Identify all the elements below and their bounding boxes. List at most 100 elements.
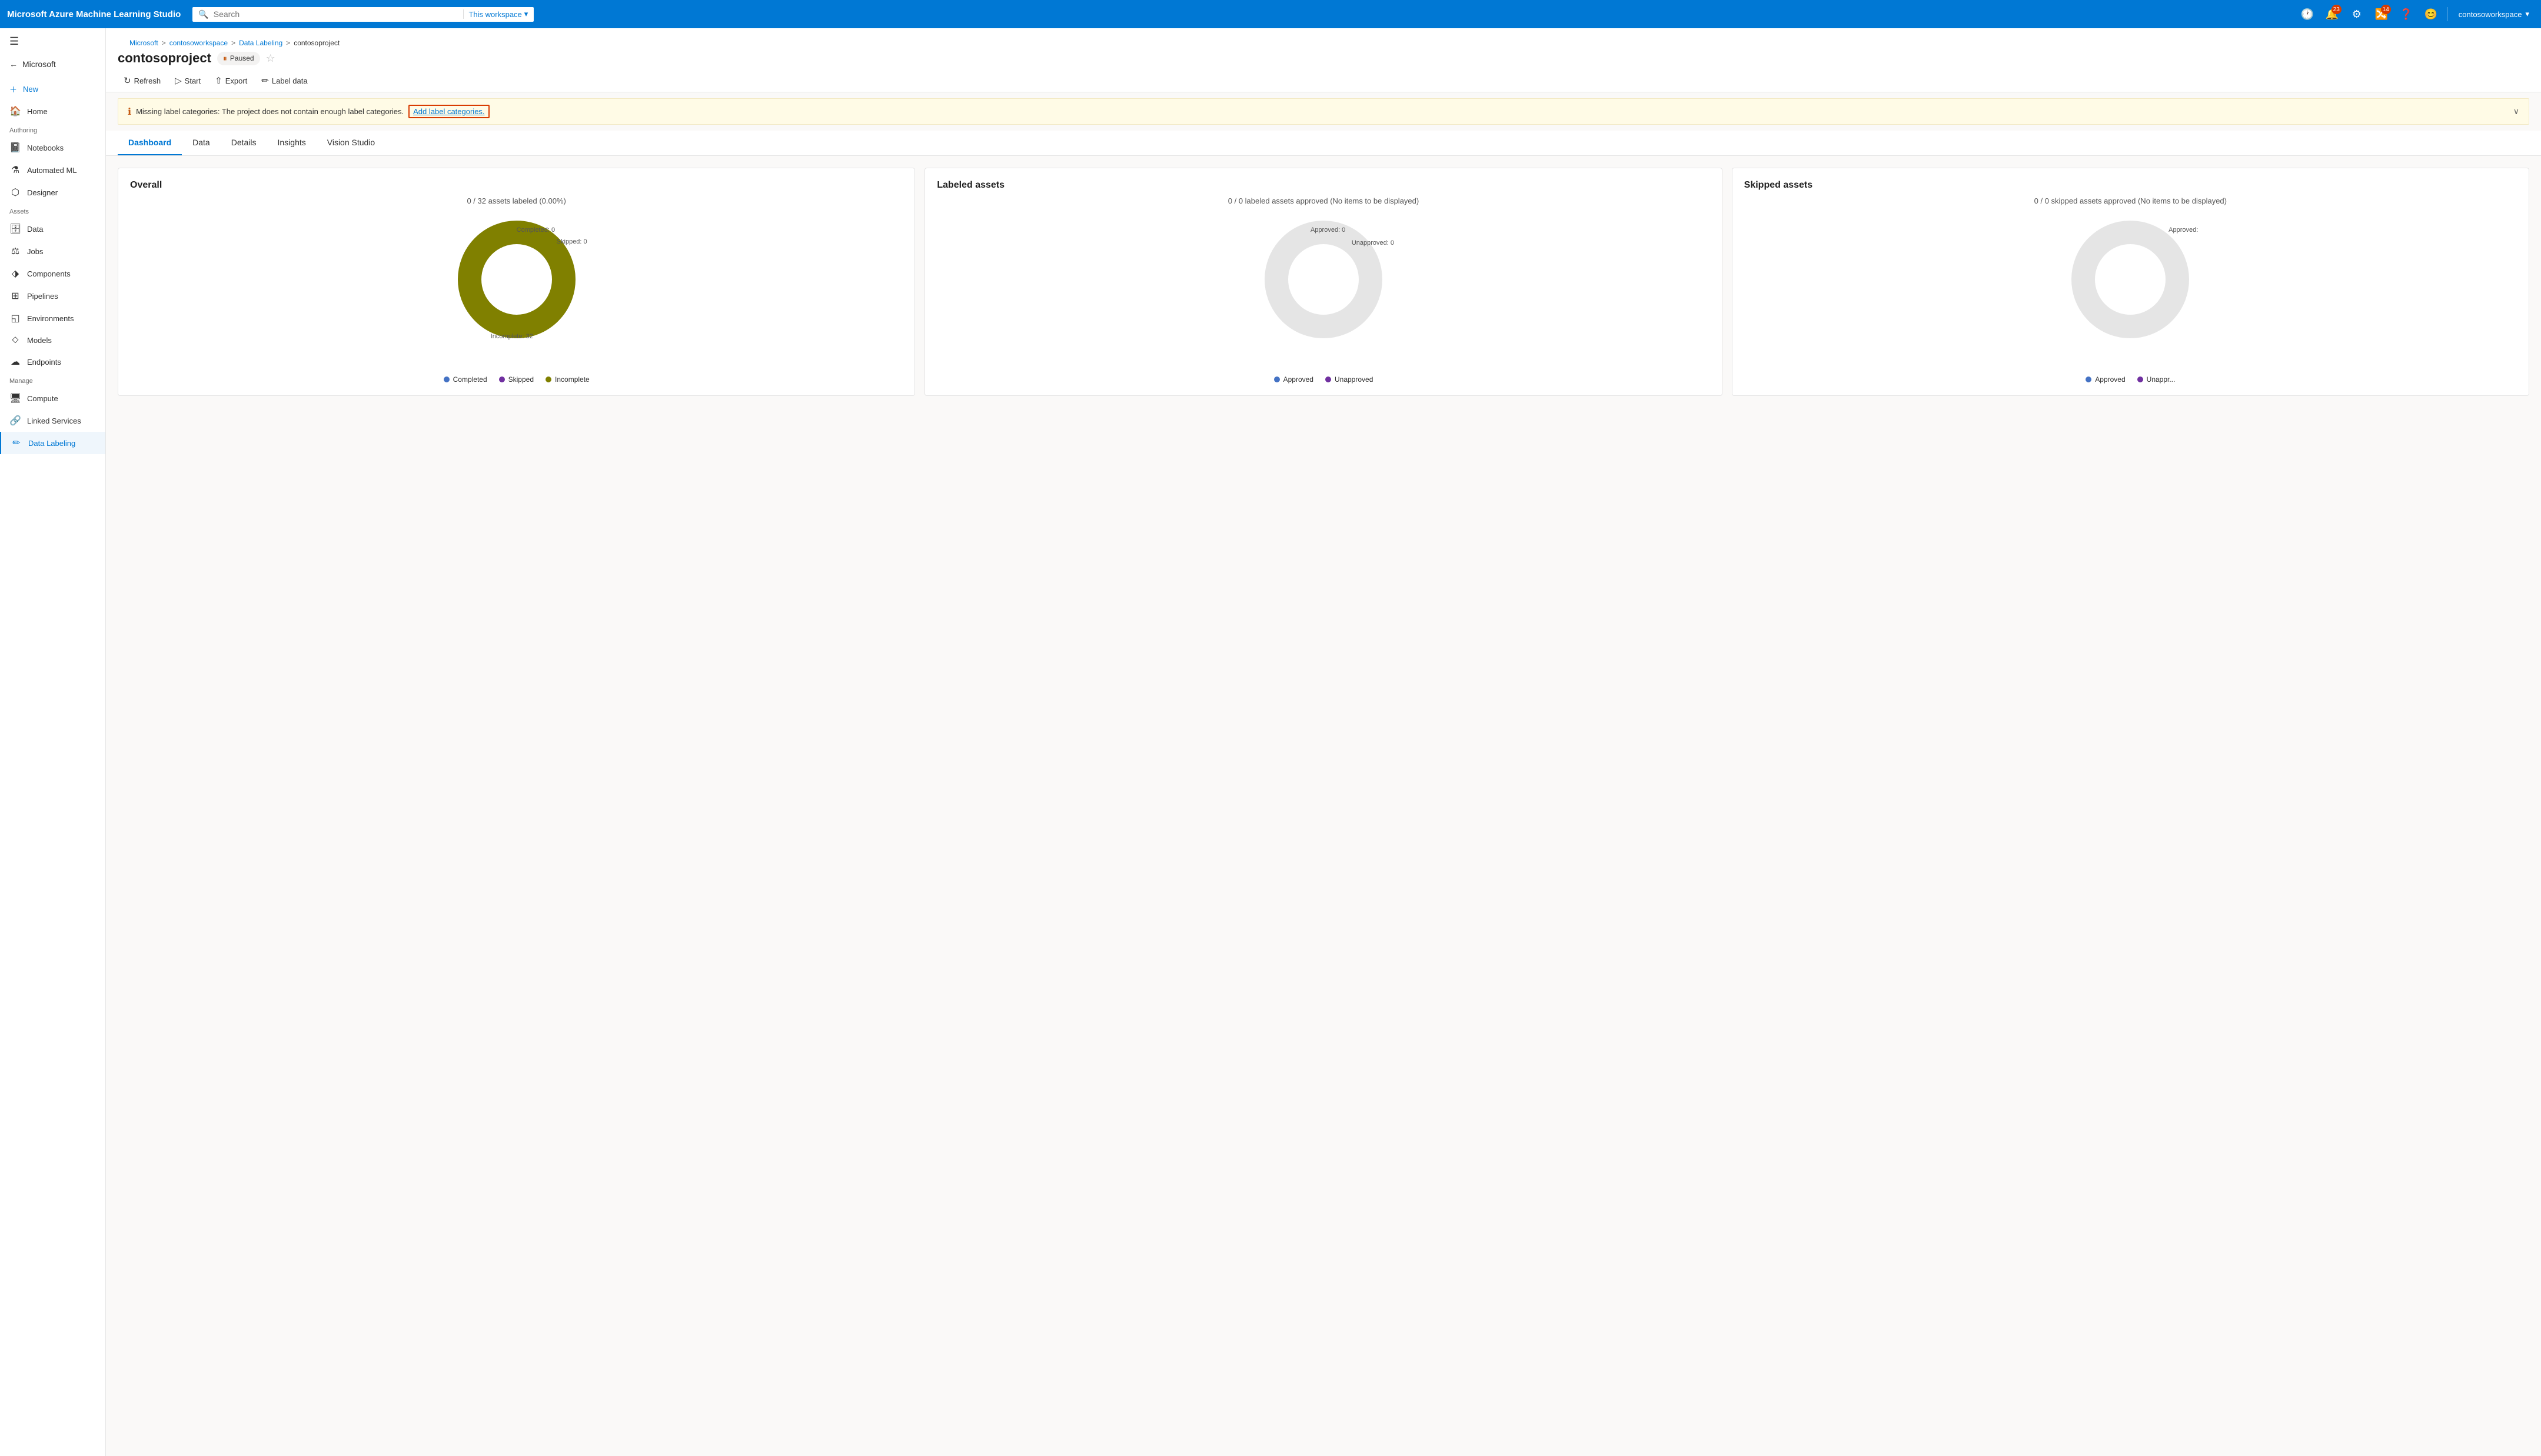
export-btn[interactable]: ⇧ Export <box>209 72 253 89</box>
toolbar: ↻ Refresh ▷ Start ⇧ Export ✏ Label data <box>118 72 2529 89</box>
sidebar-environments-label: Environments <box>27 314 74 323</box>
skipped-card: Skipped assets 0 / 0 skipped assets appr… <box>1732 168 2529 396</box>
sidebar-compute-label: Compute <box>27 394 58 403</box>
jobs-icon: ⚖ <box>9 245 21 257</box>
labeled-approved-dot <box>1274 377 1280 382</box>
notebooks-icon: 📓 <box>9 142 21 154</box>
start-icon: ▷ <box>175 75 182 86</box>
tab-insights[interactable]: Insights <box>267 131 317 155</box>
overall-completed-label: Completed: 0 <box>517 226 555 234</box>
sidebar-item-microsoft[interactable]: ← Microsoft <box>0 55 105 78</box>
notifications-btn[interactable]: 🔔 23 <box>2322 4 2343 25</box>
overall-incomplete-label: Incomplete: 32 <box>491 333 533 340</box>
sidebar-item-environments[interactable]: ◱ Environments <box>0 307 105 329</box>
designer-icon: ⬡ <box>9 186 21 198</box>
breadcrumb-sep3: > <box>286 39 290 47</box>
sidebar-item-data-labeling[interactable]: ✏ Data Labeling <box>0 432 105 454</box>
breadcrumb-microsoft[interactable]: Microsoft <box>129 39 158 47</box>
tab-details[interactable]: Details <box>221 131 267 155</box>
refresh-btn[interactable]: ↻ Refresh <box>118 72 167 89</box>
compute-icon: 🖥 <box>9 392 21 404</box>
refresh-icon: ↻ <box>124 75 131 86</box>
labeled-donut-container: Approved: 0 Unapproved: 0 <box>937 215 1709 384</box>
back-icon: ← <box>9 59 18 69</box>
updates-btn[interactable]: 🔀 14 <box>2371 4 2392 25</box>
sidebar-item-components[interactable]: ⬗ Components <box>0 262 105 285</box>
labeled-donut-chart <box>1259 215 1388 344</box>
sidebar: ☰ ← Microsoft ＋ New 🏠 Home Authoring 📓 N… <box>0 28 106 1456</box>
chevron-down-icon: ▾ <box>2525 9 2529 19</box>
completed-dot <box>444 377 450 382</box>
settings-btn[interactable]: ⚙ <box>2346 4 2367 25</box>
sidebar-pipelines-label: Pipelines <box>27 292 58 301</box>
labeled-legend-approved: Approved <box>1274 375 1313 384</box>
sidebar-models-label: Models <box>27 336 52 345</box>
label-data-btn[interactable]: ✏ Label data <box>255 72 313 89</box>
status-label: Paused <box>230 54 254 62</box>
tab-dashboard[interactable]: Dashboard <box>118 131 182 155</box>
manage-section-label: Manage <box>0 373 105 387</box>
skipped-legend: Approved Unappr... <box>2086 375 2175 384</box>
updates-badge: 14 <box>2381 5 2391 14</box>
legend-skipped: Skipped <box>499 375 534 384</box>
user-emoji-btn[interactable]: 😊 <box>2420 4 2442 25</box>
environments-icon: ◱ <box>9 312 21 324</box>
skipped-legend-unapproved: Unappr... <box>2137 375 2176 384</box>
clock-icon-btn[interactable]: 🕐 <box>2297 4 2318 25</box>
tabs-bar: Dashboard Data Details Insights Vision S… <box>106 131 2541 156</box>
page-title-row: contosoproject ⏸ Paused ☆ <box>118 51 2529 66</box>
sidebar-automl-label: Automated ML <box>27 166 77 175</box>
hamburger-menu-btn[interactable]: ☰ <box>0 28 105 55</box>
sidebar-item-home[interactable]: 🏠 Home <box>0 100 105 122</box>
labeled-unapproved-label: Unapproved: 0 <box>1352 239 1394 246</box>
breadcrumb-data-labeling[interactable]: Data Labeling <box>239 39 282 47</box>
favorite-star-btn[interactable]: ☆ <box>266 52 275 65</box>
plus-icon: ＋ <box>9 84 17 95</box>
start-btn[interactable]: ▷ Start <box>169 72 207 89</box>
add-label-categories-link[interactable]: Add label categories. <box>408 105 489 118</box>
sidebar-item-automl[interactable]: ⚗ Automated ML <box>0 159 105 181</box>
sidebar-item-designer[interactable]: ⬡ Designer <box>0 181 105 204</box>
warning-icon: ℹ <box>128 106 131 118</box>
search-icon: 🔍 <box>198 9 208 19</box>
sidebar-item-linked-services[interactable]: 🔗 Linked Services <box>0 409 105 432</box>
sidebar-item-compute[interactable]: 🖥 Compute <box>0 387 105 409</box>
overall-skipped-label: Skipped: 0 <box>557 238 587 245</box>
pipelines-icon: ⊞ <box>9 290 21 302</box>
pause-icon: ⏸ <box>223 54 227 64</box>
search-bar[interactable]: 🔍 This workspace ▾ <box>192 7 534 22</box>
workspace-selector[interactable]: This workspace ▾ <box>463 9 528 19</box>
home-icon: 🏠 <box>9 105 21 117</box>
sidebar-item-notebooks[interactable]: 📓 Notebooks <box>0 136 105 159</box>
legend-completed: Completed <box>444 375 487 384</box>
skipped-chart-wrapper: Approved: <box>2066 215 2195 346</box>
tab-vision-studio[interactable]: Vision Studio <box>317 131 385 155</box>
breadcrumb-workspace[interactable]: contosoworkspace <box>169 39 228 47</box>
skipped-card-subtitle: 0 / 0 skipped assets approved (No items … <box>1744 196 2517 205</box>
skipped-approved-dot <box>2086 377 2091 382</box>
help-btn[interactable]: ❓ <box>2396 4 2417 25</box>
user-workspace-btn[interactable]: contosoworkspace ▾ <box>2454 7 2534 21</box>
sidebar-item-jobs[interactable]: ⚖ Jobs <box>0 240 105 262</box>
search-input[interactable] <box>214 9 459 19</box>
sidebar-data-label: Data <box>27 225 43 234</box>
legend-incomplete: Incomplete <box>546 375 590 384</box>
sidebar-home-label: Home <box>27 107 48 116</box>
sidebar-item-endpoints[interactable]: ☁ Endpoints <box>0 351 105 373</box>
components-icon: ⬗ <box>9 268 21 279</box>
overall-legend: Completed Skipped Incomplete <box>444 375 590 384</box>
labeled-card-subtitle: 0 / 0 labeled assets approved (No items … <box>937 196 1709 205</box>
skipped-dot <box>499 377 505 382</box>
automl-icon: ⚗ <box>9 164 21 176</box>
incomplete-dot <box>546 377 551 382</box>
sidebar-item-data[interactable]: 🗄 Data <box>0 218 105 240</box>
warning-expand-btn[interactable]: ∨ <box>2513 106 2519 116</box>
label-icon: ✏ <box>261 75 269 86</box>
labeled-legend: Approved Unapproved <box>1274 375 1373 384</box>
sidebar-item-models[interactable]: ⬦ Models <box>0 329 105 351</box>
tab-data[interactable]: Data <box>182 131 221 155</box>
sidebar-new-btn[interactable]: ＋ New <box>0 78 105 100</box>
breadcrumb-current: contosoproject <box>294 39 340 47</box>
sidebar-components-label: Components <box>27 269 71 278</box>
sidebar-item-pipelines[interactable]: ⊞ Pipelines <box>0 285 105 307</box>
